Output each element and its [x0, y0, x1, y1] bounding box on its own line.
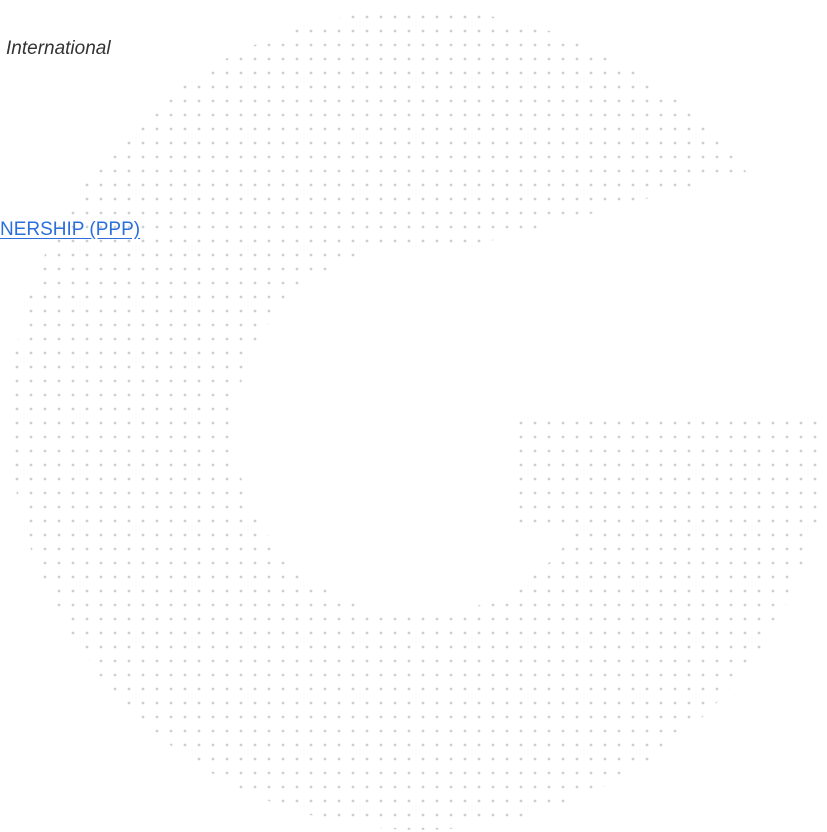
page-subtitle: International	[6, 38, 111, 59]
ppp-partnership-link[interactable]: NERSHIP (PPP)	[0, 219, 140, 241]
dotted-g-logo-icon	[0, 0, 827, 832]
